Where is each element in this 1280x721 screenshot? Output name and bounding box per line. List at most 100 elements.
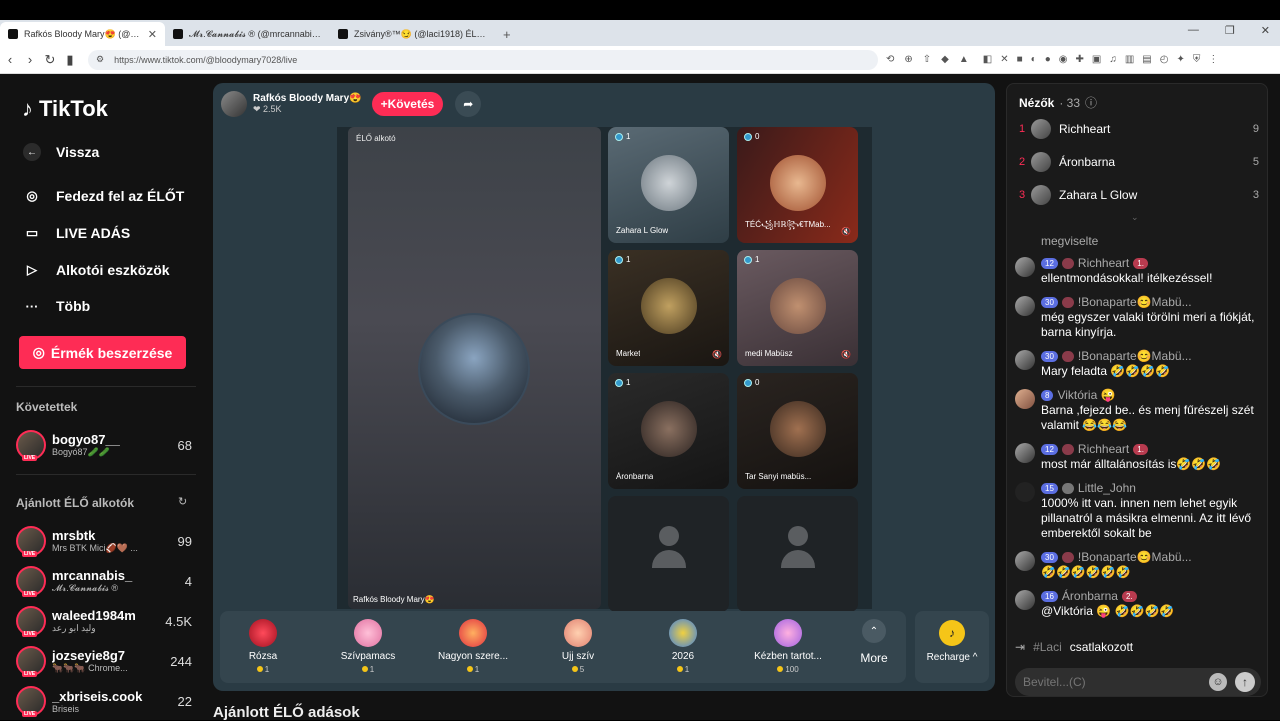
avatar[interactable] xyxy=(1015,389,1035,409)
browser-tab-2[interactable]: 𝓜𝓻.𝓒𝓪𝓷𝓷𝓪𝓫𝓲𝓼 ® (@mrcannabis_) xyxy=(165,22,330,46)
following-item[interactable]: LIVE bogyo87__ Bogyó87🥒🥒 68 xyxy=(16,428,192,462)
close-window-icon[interactable]: ✕ xyxy=(1261,24,1270,37)
back-button[interactable]: ← Vissza xyxy=(22,142,99,162)
avatar[interactable] xyxy=(1015,590,1035,610)
site-settings-icon[interactable]: ⚙ xyxy=(96,54,104,65)
close-tab-icon[interactable]: ✕ xyxy=(148,28,157,41)
sidebar-icon[interactable]: ▥ xyxy=(1125,54,1134,65)
shield-icon[interactable]: ⛨ xyxy=(1193,54,1201,65)
more-dots-icon: ··· xyxy=(25,298,39,314)
top-viewer[interactable]: 2 Áronbarna 5 xyxy=(1019,150,1259,174)
info-icon[interactable]: ⓘ xyxy=(1085,94,1097,111)
empty-seat[interactable] xyxy=(608,496,729,612)
recommended-item[interactable]: LIVE jozseyie8g7 🐂🐂🐂 Chrome... 244 xyxy=(16,644,192,678)
extension-icon[interactable]: ▣ xyxy=(1092,54,1101,65)
wallet-icon[interactable]: ▤ xyxy=(1142,54,1151,65)
tiktok-favicon-icon xyxy=(173,29,183,39)
gift-item[interactable]: Rózsa 1 xyxy=(213,617,313,674)
love-face-icon xyxy=(459,619,487,647)
guest-tile[interactable]: 1 medi Mabüsz 🔇 xyxy=(737,250,858,366)
video-stage[interactable]: ÉLŐ alkotó Rafkós Bloody Mary😍 1 Zahara … xyxy=(337,127,872,612)
host-video[interactable]: ÉLŐ alkotó Rafkós Bloody Mary😍 xyxy=(348,127,601,609)
guest-tile[interactable]: 1 Zahara L Glow xyxy=(608,127,729,243)
more-gifts-button[interactable]: ⌃ More xyxy=(854,619,894,665)
puzzle-icon[interactable]: ✚ xyxy=(1076,54,1084,65)
avatar[interactable] xyxy=(1015,551,1035,571)
chevron-down-icon[interactable]: ⌄ xyxy=(1131,212,1139,223)
nav-explore-live[interactable]: ◎ Fedezd fel az ÉLŐT xyxy=(22,186,184,206)
level-badge: 30 xyxy=(1041,351,1058,362)
guest-tile[interactable]: 1 Áronbarna xyxy=(608,373,729,489)
send-icon[interactable]: ↑ xyxy=(1235,672,1255,692)
rank-badge: 1. xyxy=(1133,444,1148,455)
guest-tile[interactable]: 0 T️ÉĆ꧁ℍ️ℝ꧂€T️Mab... 🔇 xyxy=(737,127,858,243)
recharge-button[interactable]: ♪ Recharge ^ xyxy=(915,611,989,683)
music-icon[interactable]: ♫ xyxy=(1109,54,1117,65)
explore-live-icon: ◎ xyxy=(26,188,38,203)
sparkle-icon[interactable]: ✦ xyxy=(1176,54,1184,65)
browser-tab-1[interactable]: Rafkós Bloody Mary😍 (@blo ✕ xyxy=(0,22,165,46)
gift-item[interactable]: Kézben tartot... 100 xyxy=(738,617,838,674)
recommended-item[interactable]: LIVE mrsbtk Mrs BTK Mici🏈🤎 ... 99 xyxy=(16,524,192,558)
follow-button[interactable]: +Követés xyxy=(371,92,444,116)
avatar[interactable] xyxy=(1015,443,1035,463)
extension-icon[interactable]: ● xyxy=(1045,54,1051,65)
back-arrow-icon[interactable]: ‹ xyxy=(0,52,20,67)
extension-icon[interactable]: ◐ xyxy=(1031,54,1037,65)
host-avatar[interactable] xyxy=(221,91,247,117)
get-coins-button[interactable]: ◎ Érmék beszerzése xyxy=(19,336,186,369)
menu-icon[interactable]: ⋮ xyxy=(1208,54,1218,65)
bookmark-icon[interactable]: ▮ xyxy=(60,52,80,68)
chat-input[interactable] xyxy=(1023,675,1209,689)
share-button[interactable]: ➦ xyxy=(455,91,482,117)
gift-item[interactable]: Ujj szív 5 xyxy=(528,617,628,674)
back-arrow-icon: ← xyxy=(23,143,41,161)
history-icon[interactable]: ◴ xyxy=(1160,54,1169,65)
minimize-icon[interactable]: — xyxy=(1188,24,1199,37)
extension-icon[interactable]: ◧ xyxy=(983,54,992,65)
refresh-icon[interactable]: ↻ xyxy=(178,495,187,508)
host-header: Rafkós Bloody Mary😍 ❤ 2.5K +Követés ➦ xyxy=(221,91,482,117)
warning-icon[interactable]: ▲ xyxy=(959,54,969,65)
zoom-icon[interactable]: ⊕ xyxy=(904,54,912,65)
host-big-avatar xyxy=(418,313,530,425)
gift-item[interactable]: Nagyon szere... 1 xyxy=(423,617,523,674)
viewers-header[interactable]: Nézők · 33 ⓘ xyxy=(1019,94,1097,111)
avatar[interactable] xyxy=(1015,350,1035,370)
avatar[interactable] xyxy=(1015,257,1035,277)
guest-tile[interactable]: 1 Market 🔇 xyxy=(608,250,729,366)
reload-icon[interactable]: ↻ xyxy=(40,52,60,68)
url-field[interactable]: ⚙ https://www.tiktok.com/@bloodymary7028… xyxy=(88,49,878,70)
screen-top-bar xyxy=(0,0,1280,20)
gift-item[interactable]: Szívpamacs 1 xyxy=(318,617,418,674)
recommended-item[interactable]: LIVE mrcannabis_ 𝓜𝓻.𝓒𝓪𝓷𝓷𝓪𝓫𝓲𝓼 ® 4 xyxy=(16,564,192,598)
tiktok-logo[interactable]: ♪ TikTok xyxy=(22,96,108,122)
emoji-icon[interactable]: ☺ xyxy=(1209,673,1227,691)
level-badge: 12 xyxy=(1041,258,1058,269)
nav-live[interactable]: ▭ LIVE ADÁS xyxy=(22,223,130,243)
guest-avatar xyxy=(770,401,826,457)
empty-seat[interactable] xyxy=(737,496,858,612)
shield-icon[interactable]: ◆ xyxy=(941,54,949,65)
extension-icon[interactable]: ■ xyxy=(1017,54,1023,65)
recommended-item[interactable]: LIVE _xbriseis.cook Briseis 22 xyxy=(16,684,192,718)
avatar[interactable] xyxy=(1015,296,1035,316)
share-icon[interactable]: ⇧ xyxy=(923,54,931,65)
extension-icon[interactable]: ◉ xyxy=(1059,54,1068,65)
extension-icon[interactable]: ✕ xyxy=(1000,54,1008,65)
new-tab-button[interactable]: + xyxy=(495,22,519,46)
nav-more[interactable]: ··· Több xyxy=(22,296,91,316)
top-viewer[interactable]: 3 Zahara L Glow 3 xyxy=(1019,183,1259,207)
nav-creator-tools[interactable]: ▷ Alkotói eszközök xyxy=(22,260,170,280)
recommended-item[interactable]: LIVE waleed1984m وليد ابو رعد 4.5K xyxy=(16,604,192,638)
top-viewer[interactable]: 1 Richheart 9 xyxy=(1019,117,1259,141)
avatar[interactable] xyxy=(1015,482,1035,502)
translate-icon[interactable]: ⟲ xyxy=(886,54,894,65)
host-name[interactable]: Rafkós Bloody Mary😍 xyxy=(253,93,362,104)
browser-tab-3[interactable]: Zsivány®™😏 (@laci1918) ÉLŐ adás xyxy=(330,22,495,46)
forward-arrow-icon[interactable]: › xyxy=(20,52,40,67)
browser-tab-bar: Rafkós Bloody Mary😍 (@blo ✕ 𝓜𝓻.𝓒𝓪𝓷𝓷𝓪𝓫𝓲𝓼 ®… xyxy=(0,20,1280,46)
restore-icon[interactable]: ❐ xyxy=(1225,24,1235,37)
gift-item[interactable]: 2026 1 xyxy=(633,617,733,674)
guest-tile[interactable]: 0 Tar Sanyi mabüs... xyxy=(737,373,858,489)
